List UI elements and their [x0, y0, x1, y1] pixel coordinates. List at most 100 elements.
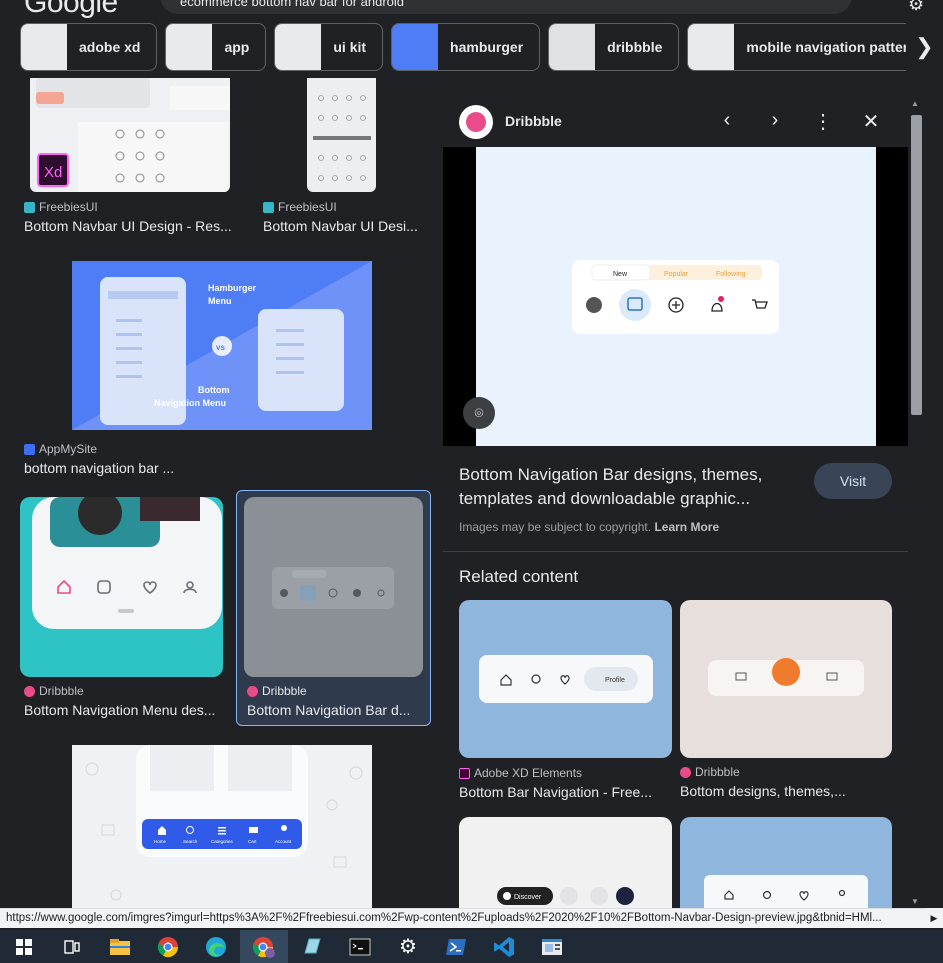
- chip-hamburger[interactable]: hamburger: [391, 23, 541, 71]
- chip-thumbnail: [21, 24, 67, 70]
- visit-button[interactable]: Visit: [814, 463, 892, 499]
- result-caption[interactable]: Bottom Navigation Bar d...: [247, 702, 423, 718]
- google-lens-icon[interactable]: ⌾: [463, 397, 495, 429]
- panel-scrollbar[interactable]: ▲ ▼: [908, 95, 925, 910]
- svg-text:Menu: Menu: [208, 296, 232, 306]
- scroll-down-icon[interactable]: ▼: [911, 897, 919, 906]
- result-thumbnail: Home Search Categories Cart Account: [85, 745, 363, 901]
- profile-chip-label: Profile: [605, 677, 625, 684]
- result-image[interactable]: Xd: [30, 78, 230, 192]
- related-card[interactable]: [680, 817, 892, 915]
- chip-label: app: [224, 39, 250, 55]
- source-label: AppMySite: [39, 442, 98, 456]
- close-icon[interactable]: ✕: [859, 109, 883, 134]
- result-source[interactable]: AppMySite: [24, 442, 97, 456]
- preview-tab-following: Following: [716, 271, 746, 278]
- result-source[interactable]: FreebiesUI: [24, 200, 98, 214]
- chevron-right-icon[interactable]: ›: [763, 109, 787, 132]
- related-content-heading: Related content: [459, 567, 579, 586]
- chevron-right-icon[interactable]: ❯: [906, 23, 943, 71]
- dribbble-favicon-icon: [247, 685, 258, 697]
- nav-label-categories: Categories: [211, 839, 234, 844]
- result-image[interactable]: [307, 78, 376, 192]
- chevron-left-icon[interactable]: ‹: [715, 109, 739, 132]
- chip-adobe-xd[interactable]: adobe xd: [20, 23, 158, 71]
- scroll-thumb[interactable]: [911, 115, 922, 415]
- result-caption[interactable]: bottom navigation bar ...: [24, 460, 224, 476]
- result-caption[interactable]: Bottom Navigation Menu des...: [24, 702, 220, 718]
- windows-start-icon[interactable]: [0, 930, 48, 963]
- related-card[interactable]: [680, 600, 892, 758]
- source-label: FreebiesUI: [278, 200, 337, 214]
- related-source[interactable]: Adobe XD Elements: [459, 766, 582, 780]
- dribbble-favicon-icon: [680, 766, 691, 778]
- copyright-notice: Images may be subject to copyright. Lear…: [459, 520, 719, 534]
- windows-taskbar: ⚙: [0, 930, 943, 963]
- chip-thumbnail: [549, 24, 596, 70]
- chip-dribbble[interactable]: dribbble: [548, 23, 680, 71]
- source-label: Adobe XD Elements: [474, 766, 583, 780]
- result-image[interactable]: Home Search Categories Cart Account: [72, 745, 372, 908]
- xd-badge: Xd: [44, 164, 62, 181]
- related-source[interactable]: Dribbble: [680, 765, 740, 779]
- result-source[interactable]: FreebiesUI: [263, 200, 337, 214]
- scroll-right-icon[interactable]: ▶: [925, 908, 943, 928]
- search-input[interactable]: ecommerce bottom nav bar for android: [180, 0, 404, 9]
- panel-title[interactable]: Bottom Navigation Bar designs, themes, t…: [459, 463, 799, 511]
- google-images-page: Google ecommerce bottom nav bar for andr…: [0, 0, 943, 963]
- result-source[interactable]: Dribbble: [247, 684, 307, 698]
- svg-text:Hamburger: Hamburger: [208, 283, 257, 293]
- freebiesui-favicon-icon: [263, 201, 274, 213]
- svg-text:Bottom: Bottom: [198, 385, 230, 395]
- chrome-profile-icon[interactable]: [240, 930, 288, 963]
- chip-mobile-navigation-pattern[interactable]: mobile navigation pattern: [687, 23, 918, 71]
- terminal-icon[interactable]: [336, 930, 384, 963]
- vscode-icon[interactable]: [480, 930, 528, 963]
- dribbble-favicon-icon: [24, 685, 35, 697]
- settings-gear-icon[interactable]: ⚙: [384, 930, 432, 963]
- result-caption[interactable]: Bottom Navbar UI Design - Res...: [24, 218, 238, 234]
- chip-thumbnail: [688, 24, 735, 70]
- dribbble-logo-icon[interactable]: [459, 105, 493, 139]
- file-explorer-icon[interactable]: [96, 930, 144, 963]
- image-preview-panel: Dribbble ‹ › ⋮ ✕ New Popular Following ⌾…: [443, 95, 908, 915]
- preview-tab-new: New: [613, 271, 628, 278]
- copyright-text: Images may be subject to copyright.: [459, 520, 652, 534]
- preview-image[interactable]: New Popular Following: [476, 147, 876, 446]
- related-caption[interactable]: Bottom Bar Navigation - Free...: [459, 784, 669, 800]
- powershell-icon[interactable]: [432, 930, 480, 963]
- chip-thumbnail: [275, 24, 322, 70]
- vs-label: vs: [216, 343, 225, 352]
- chip-thumbnail: [166, 24, 213, 70]
- nav-label-search: Search: [183, 839, 198, 844]
- source-label: Dribbble: [39, 684, 84, 698]
- result-image[interactable]: vs Hamburger Menu Bottom Navigation Menu: [72, 261, 372, 430]
- nav-label-home: Home: [154, 839, 167, 844]
- app-window-icon[interactable]: [528, 930, 576, 963]
- related-search-chips: adobe xd app ui kit hamburger dribbble m…: [20, 23, 918, 71]
- more-options-icon[interactable]: ⋮: [811, 109, 835, 134]
- result-thumbnail: vs Hamburger Menu Bottom Navigation Menu: [72, 261, 372, 430]
- settings-gear-icon[interactable]: ⚙: [908, 0, 924, 15]
- scroll-up-icon[interactable]: ▲: [911, 99, 919, 108]
- chip-app[interactable]: app: [165, 23, 267, 71]
- result-source[interactable]: Dribbble: [24, 684, 84, 698]
- related-card[interactable]: Profile: [459, 600, 672, 758]
- search-box[interactable]: ecommerce bottom nav bar for android: [160, 0, 852, 14]
- preview-image-area[interactable]: New Popular Following ⌾: [443, 147, 908, 446]
- chip-ui-kit[interactable]: ui kit: [274, 23, 384, 71]
- chrome-icon[interactable]: [144, 930, 192, 963]
- chip-thumbnail: [392, 24, 439, 70]
- related-card[interactable]: Discover: [459, 817, 672, 915]
- result-caption[interactable]: Bottom Navbar UI Desi...: [263, 218, 423, 234]
- learn-more-link[interactable]: Learn More: [654, 520, 719, 534]
- google-logo[interactable]: Google: [24, 0, 118, 20]
- edge-icon[interactable]: [192, 930, 240, 963]
- task-view-icon[interactable]: [48, 930, 96, 963]
- nav-label-cart: Cart: [248, 839, 257, 844]
- notepad-icon[interactable]: [288, 930, 336, 963]
- result-image[interactable]: [244, 497, 423, 677]
- panel-site-name[interactable]: Dribbble: [505, 113, 562, 129]
- result-image[interactable]: [20, 497, 223, 677]
- related-caption[interactable]: Bottom designs, themes,...: [680, 783, 856, 799]
